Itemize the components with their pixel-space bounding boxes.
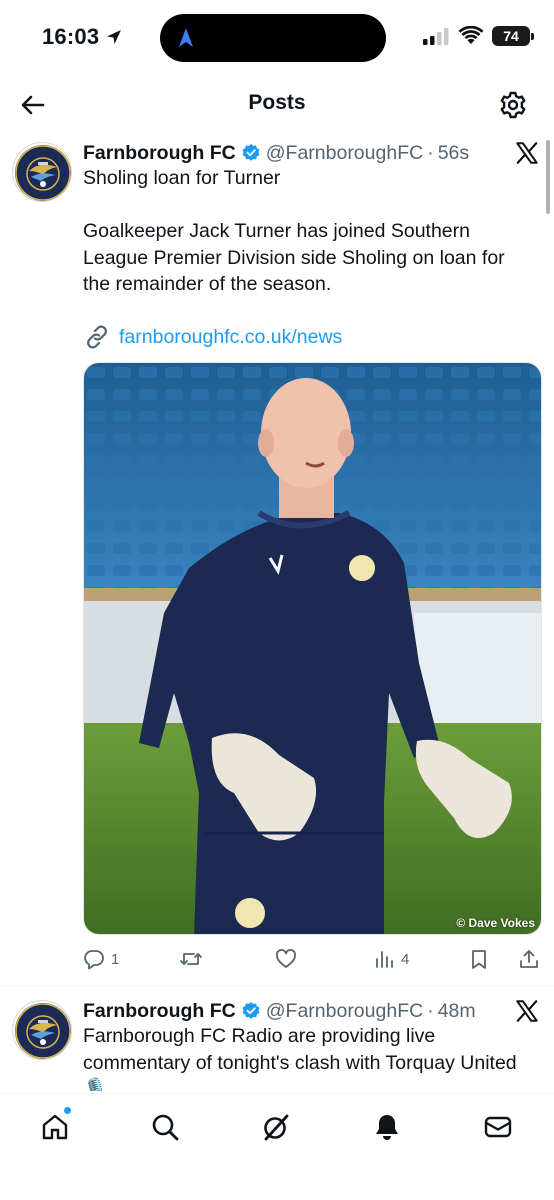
page-title: Posts (248, 91, 306, 114)
page-header: Posts (0, 78, 554, 132)
club-crest-icon (15, 1003, 71, 1059)
status-bar: 16:03 74 (0, 0, 554, 76)
post-divider (0, 985, 554, 986)
reply-button[interactable]: 1 (83, 946, 119, 972)
views-count: 4 (401, 950, 410, 968)
x-logo-icon (514, 998, 540, 1024)
cellular-signal-icon (423, 28, 449, 45)
repost-icon (180, 953, 202, 965)
tab-notifications[interactable] (370, 1110, 404, 1144)
post-timestamp[interactable]: 48m (438, 1000, 476, 1023)
post-photo[interactable]: © Dave Vokes (83, 362, 542, 935)
repost-button[interactable] (179, 946, 209, 972)
avatar[interactable] (12, 1000, 72, 1060)
x-logo-icon (514, 140, 540, 166)
club-crest-icon (15, 145, 71, 201)
location-arrow-icon (107, 30, 122, 44)
navigation-arrow-icon (179, 28, 193, 47)
author-handle[interactable]: @FarnboroughFC (266, 142, 423, 165)
tab-grok[interactable] (259, 1110, 293, 1144)
views-chart-icon (376, 951, 393, 968)
wifi-icon (458, 26, 484, 44)
post-header: Farnborough FC @FarnboroughFC · 56s (83, 138, 504, 168)
home-icon (42, 1114, 68, 1140)
clock: 16:03 (42, 24, 100, 49)
messages-icon (484, 1116, 512, 1138)
bottom-tab-bar (0, 1093, 554, 1200)
heart-icon (276, 949, 296, 968)
status-time: 16:03 (42, 24, 123, 50)
author-name[interactable]: Farnborough FC (83, 1000, 236, 1023)
reply-icon (84, 950, 104, 970)
bookmark-button[interactable] (468, 946, 490, 972)
post-timestamp[interactable]: 56s (438, 142, 469, 165)
share-button[interactable] (518, 946, 540, 972)
link-url[interactable]: farnboroughfc.co.uk/news (119, 326, 342, 349)
share-icon (520, 950, 538, 968)
verified-badge-icon (241, 1001, 261, 1021)
settings-button[interactable] (498, 90, 528, 120)
photo-credit: © Dave Vokes (456, 916, 535, 930)
views-button[interactable]: 4 (373, 946, 409, 972)
bookmark-icon (472, 950, 486, 969)
dynamic-island (160, 14, 386, 62)
post-link[interactable]: farnboroughfc.co.uk/news (83, 324, 342, 350)
grok-icon (264, 1114, 289, 1141)
post-actions: 1 4 (83, 946, 542, 972)
tab-search[interactable] (148, 1110, 182, 1144)
reply-count: 1 (111, 950, 120, 968)
gear-icon (500, 91, 526, 119)
link-icon (87, 325, 107, 349)
like-button[interactable] (275, 946, 303, 972)
author-name[interactable]: Farnborough FC (83, 142, 236, 165)
search-icon (152, 1114, 179, 1141)
post-text: Farnborough FC Radio are providing live … (83, 1025, 523, 1091)
separator-dot: · (427, 141, 434, 164)
separator-dot: · (427, 999, 434, 1022)
author-handle[interactable]: @FarnboroughFC (266, 1000, 423, 1023)
scrollbar-thumb[interactable] (546, 140, 550, 214)
tab-messages[interactable] (481, 1110, 515, 1144)
post-header: Farnborough FC @FarnboroughFC · 48m (83, 996, 504, 1026)
notification-dot (63, 1106, 72, 1115)
post-text: Sholing loan for Turner Goalkeeper Jack … (83, 167, 505, 295)
goalkeeper-photo (84, 363, 541, 934)
notifications-icon (376, 1115, 398, 1140)
avatar[interactable] (12, 142, 72, 202)
status-indicators: 74 (422, 26, 534, 46)
verified-badge-icon (241, 143, 261, 163)
battery-indicator: 74 (492, 26, 534, 46)
tab-home[interactable] (38, 1106, 72, 1144)
